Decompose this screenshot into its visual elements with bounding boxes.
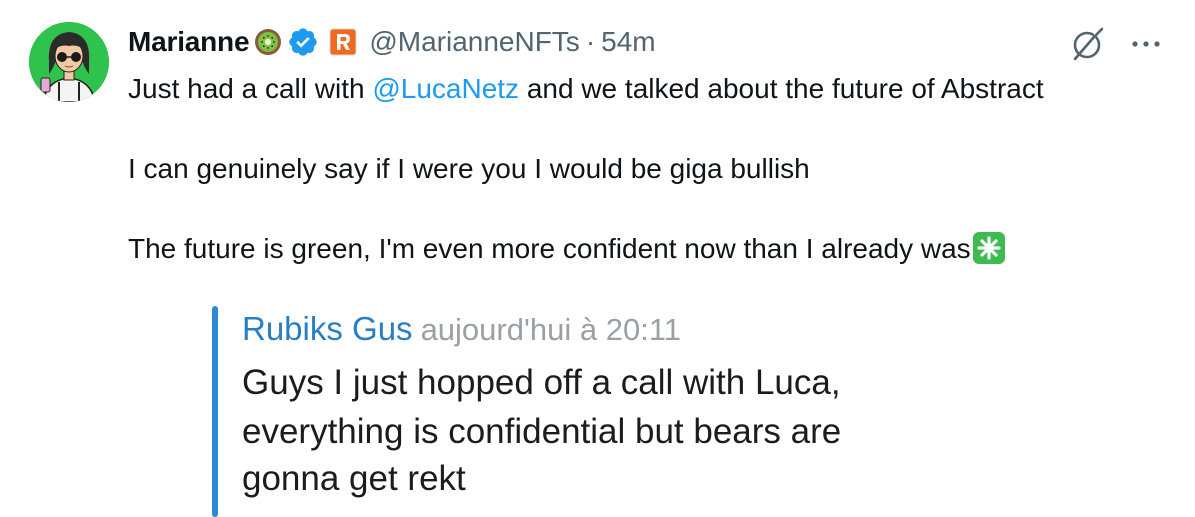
user-handle[interactable]: @MarianneNFTs — [369, 26, 579, 58]
text-segment: The future is green, I'm even more confi… — [128, 233, 971, 264]
mention-link[interactable]: @LucaNetz — [372, 73, 519, 104]
text-segment: Just had a call with — [128, 73, 373, 104]
display-name[interactable]: Marianne — [128, 26, 250, 58]
avatar-illustration — [29, 22, 109, 102]
tweet-text-line-3: The future is green, I'm even more confi… — [128, 232, 1005, 266]
quote-text-line-1: Guys I just hopped off a call with Luca, — [242, 363, 841, 402]
affiliate-badge-icon[interactable] — [329, 28, 357, 56]
quote-author: Rubiks Gus — [242, 310, 413, 347]
text-segment: and we talked about the future of Abstra… — [519, 73, 1044, 104]
tweet-text-line-2: I can genuinely say if I were you I woul… — [128, 153, 810, 184]
tweet-text-line-1: Just had a call with @LucaNetz and we ta… — [128, 72, 1044, 106]
grok-icon[interactable] — [1067, 24, 1107, 64]
quote-text-line-3: gonna get rekt — [242, 459, 466, 498]
verified-badge-icon[interactable] — [287, 26, 319, 58]
sparkle-emoji-icon — [972, 232, 1005, 264]
quote-text-line-2: everything is confidential but bears are — [242, 412, 842, 451]
more-options-icon[interactable] — [1128, 26, 1164, 62]
quote-bar — [212, 306, 218, 517]
quote-timestamp: aujourd'hui à 20:11 — [420, 312, 682, 347]
quote-header: Rubiks Gus aujourd'hui à 20:11 — [242, 310, 681, 348]
separator-dot: · — [585, 26, 596, 57]
tweet-timestamp[interactable]: 54m — [601, 26, 655, 58]
avatar[interactable] — [29, 22, 109, 102]
tweet-header: Marianne @MarianneNFTs · 54m — [128, 22, 656, 62]
kiwi-emoji-icon — [253, 27, 283, 57]
tweet[interactable]: Marianne @MarianneNFTs · 54m Just had a … — [0, 0, 1195, 517]
